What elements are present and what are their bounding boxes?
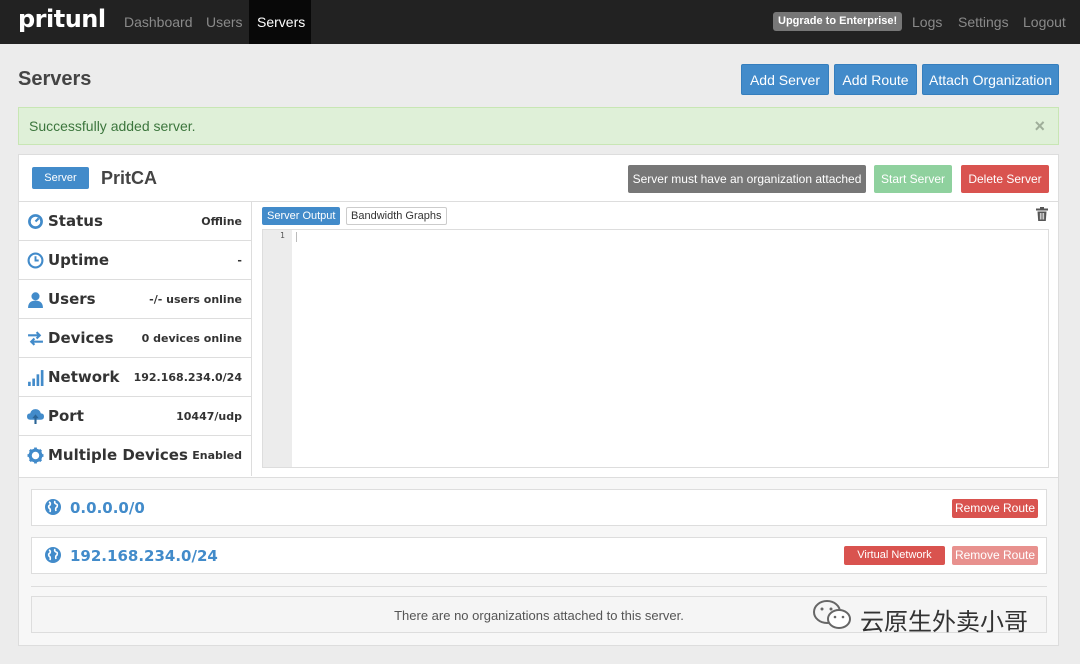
server-output-editor[interactable]: 1 xyxy=(262,229,1049,468)
virtual-network-badge: Virtual Network xyxy=(844,546,945,565)
nav-users[interactable]: Users xyxy=(198,0,251,44)
alert-close-icon[interactable]: × xyxy=(1034,108,1045,144)
stat-label: Devices xyxy=(48,329,114,347)
stat-label: Port xyxy=(48,407,84,425)
success-alert: Successfully added server. × xyxy=(18,107,1059,145)
route-item: 192.168.234.0/24 Virtual Network Remove … xyxy=(31,537,1047,574)
route-item: 0.0.0.0/0 Remove Route xyxy=(31,489,1047,526)
stat-users: Users -/- users online xyxy=(19,280,252,319)
stat-label: Uptime xyxy=(48,251,110,269)
editor-gutter: 1 xyxy=(263,230,292,467)
watermark: 云原生外卖小哥 xyxy=(812,598,1028,636)
stat-value: 192.168.234.0/24 xyxy=(133,371,242,384)
tab-bandwidth-graphs[interactable]: Bandwidth Graphs xyxy=(346,207,447,225)
server-badge: Server xyxy=(32,167,89,189)
stat-label: Network xyxy=(48,368,120,386)
trash-icon[interactable] xyxy=(1036,207,1048,221)
watermark-text: 云原生外卖小哥 xyxy=(860,609,1028,636)
stat-value: Offline xyxy=(201,215,242,228)
stat-devices: Devices 0 devices online xyxy=(19,319,252,358)
attach-organization-button[interactable]: Attach Organization xyxy=(922,64,1059,95)
cog-icon xyxy=(27,447,44,464)
stat-multiple-devices: Multiple Devices Enabled xyxy=(19,436,252,475)
signal-icon xyxy=(28,370,44,386)
stat-value: Enabled xyxy=(192,449,242,462)
server-panel: Server PritCA Server must have an organi… xyxy=(18,154,1059,646)
add-server-button[interactable]: Add Server xyxy=(741,64,829,95)
brand-logo[interactable]: pritunl xyxy=(18,5,106,33)
stat-value: 0 devices online xyxy=(141,332,242,345)
add-route-button[interactable]: Add Route xyxy=(834,64,917,95)
stat-label: Status xyxy=(48,212,103,230)
alert-message: Successfully added server. xyxy=(29,118,196,134)
divider xyxy=(31,586,1047,587)
clock-icon xyxy=(27,252,44,269)
stat-value: -/- users online xyxy=(149,293,242,306)
nav-logout[interactable]: Logout xyxy=(1015,0,1074,44)
server-name[interactable]: PritCA xyxy=(101,168,157,189)
page-title: Servers xyxy=(18,68,92,90)
status-icon xyxy=(28,214,43,229)
nav-logs[interactable]: Logs xyxy=(904,0,950,44)
upgrade-badge[interactable]: Upgrade to Enterprise! xyxy=(773,12,903,31)
globe-icon xyxy=(45,499,61,515)
remove-route-button[interactable]: Remove Route xyxy=(952,499,1038,518)
delete-server-button[interactable]: Delete Server xyxy=(961,165,1049,193)
user-icon xyxy=(28,292,43,308)
stat-label: Multiple Devices xyxy=(48,446,188,464)
nav-settings[interactable]: Settings xyxy=(950,0,1017,44)
line-number: 1 xyxy=(280,231,285,240)
transfer-icon xyxy=(28,331,43,346)
route-network: 0.0.0.0/0 xyxy=(70,499,145,517)
org-required-button[interactable]: Server must have an organization attache… xyxy=(628,165,866,193)
wechat-icon xyxy=(813,600,851,629)
editor-cursor xyxy=(296,232,297,242)
remove-route-button-disabled[interactable]: Remove Route xyxy=(952,546,1038,565)
cloud-upload-icon xyxy=(27,409,44,424)
stat-value: 10447/udp xyxy=(176,410,242,423)
nav-servers[interactable]: Servers xyxy=(249,0,311,44)
stat-network: Network 192.168.234.0/24 xyxy=(19,358,252,397)
start-server-button[interactable]: Start Server xyxy=(874,165,952,193)
server-panel-header: Server PritCA Server must have an organi… xyxy=(19,155,1058,202)
stat-port: Port 10447/udp xyxy=(19,397,252,436)
navbar: pritunl Dashboard Users Servers Upgrade … xyxy=(0,0,1080,44)
server-stats: Status Offline Uptime - Users -/- users … xyxy=(19,202,252,476)
route-network: 192.168.234.0/24 xyxy=(70,547,218,565)
stat-status: Status Offline xyxy=(19,202,252,241)
stat-uptime: Uptime - xyxy=(19,241,252,280)
stat-value: - xyxy=(237,254,242,267)
nav-dashboard[interactable]: Dashboard xyxy=(116,0,201,44)
tab-server-output[interactable]: Server Output xyxy=(262,207,341,225)
stat-label: Users xyxy=(48,290,96,308)
globe-icon xyxy=(45,547,61,563)
